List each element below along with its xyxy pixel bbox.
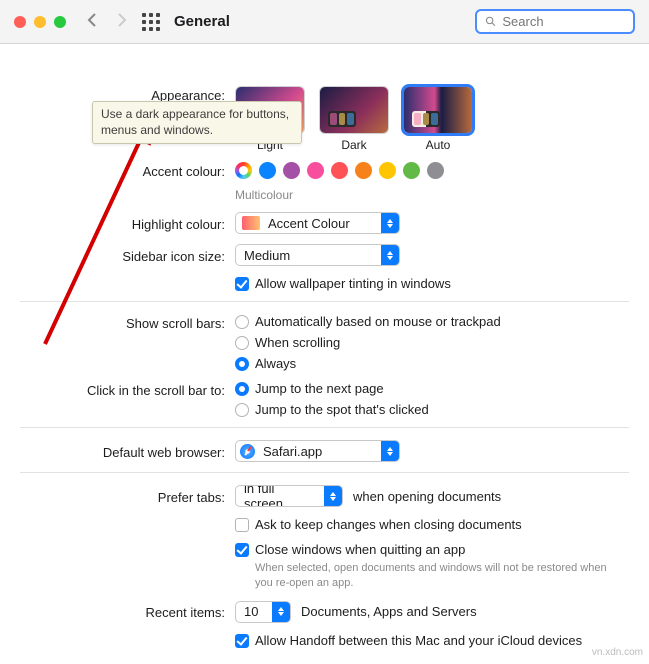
prefer-tabs-suffix: when opening documents xyxy=(353,489,501,504)
nav-buttons xyxy=(86,13,128,30)
ask-keep-label: Ask to keep changes when closing documen… xyxy=(255,517,522,532)
chevron-updown-icon xyxy=(324,486,342,506)
zoom-window-button[interactable] xyxy=(54,16,66,28)
scrollbar-radio-0[interactable] xyxy=(235,315,249,329)
scrollbar-label-1: When scrolling xyxy=(255,335,340,350)
close-windows-hint: When selected, open documents and window… xyxy=(255,561,615,591)
accent-label: Accent colour: xyxy=(20,162,235,179)
highlight-label: Highlight colour: xyxy=(20,215,235,232)
close-windows-label: Close windows when quitting an app xyxy=(255,542,465,557)
chevron-updown-icon xyxy=(381,441,399,461)
accent-color-7[interactable] xyxy=(427,162,444,179)
minimize-window-button[interactable] xyxy=(34,16,46,28)
clickscroll-label-0: Jump to the next page xyxy=(255,381,384,396)
accent-color-5[interactable] xyxy=(379,162,396,179)
appearance-auto[interactable]: Auto xyxy=(403,86,473,152)
scrollbar-radio-1[interactable] xyxy=(235,336,249,350)
watermark: vn.xdn.com xyxy=(592,647,643,658)
chevron-updown-icon xyxy=(381,213,399,233)
wallpaper-tint-label: Allow wallpaper tinting in windows xyxy=(255,276,451,291)
appearance-auto-label: Auto xyxy=(403,138,473,152)
sidebar-icon-label: Sidebar icon size: xyxy=(20,247,235,264)
tooltip: Use a dark appearance for buttons, menus… xyxy=(92,101,302,144)
recent-items-label: Recent items: xyxy=(20,603,235,620)
clickscroll-radio-0[interactable] xyxy=(235,382,249,396)
clickscroll-radio-1[interactable] xyxy=(235,403,249,417)
scrollbar-label-2: Always xyxy=(255,356,296,371)
accent-color-6[interactable] xyxy=(403,162,420,179)
default-browser-select[interactable]: Safari.app xyxy=(235,440,400,462)
clickscroll-label-1: Jump to the spot that's clicked xyxy=(255,402,429,417)
search-input[interactable] xyxy=(502,14,625,29)
close-windows-checkbox[interactable] xyxy=(235,543,249,557)
window-title: General xyxy=(174,13,475,30)
ask-keep-checkbox[interactable] xyxy=(235,518,249,532)
highlight-swatch-icon xyxy=(242,216,260,230)
show-scroll-label: Show scroll bars: xyxy=(20,314,235,331)
traffic-lights xyxy=(14,16,66,28)
scrollbar-label-0: Automatically based on mouse or trackpad xyxy=(255,314,501,329)
sidebar-icon-select[interactable]: Medium xyxy=(235,244,400,266)
recent-items-suffix: Documents, Apps and Servers xyxy=(301,604,477,619)
scrollbar-radio-2[interactable] xyxy=(235,357,249,371)
click-scroll-label: Click in the scroll bar to: xyxy=(20,381,235,398)
accent-multicolour[interactable] xyxy=(235,162,252,179)
back-button[interactable] xyxy=(86,13,98,30)
accent-color-1[interactable] xyxy=(283,162,300,179)
highlight-select[interactable]: Accent Colour xyxy=(235,212,400,234)
prefer-tabs-select[interactable]: in full screen xyxy=(235,485,343,507)
safari-icon xyxy=(240,444,255,459)
accent-color-3[interactable] xyxy=(331,162,348,179)
handoff-checkbox[interactable] xyxy=(235,634,249,648)
wallpaper-tint-checkbox[interactable] xyxy=(235,277,249,291)
accent-sublabel: Multicolour xyxy=(235,188,293,202)
close-window-button[interactable] xyxy=(14,16,26,28)
forward-button[interactable] xyxy=(116,13,128,30)
search-icon xyxy=(485,15,496,28)
accent-color-4[interactable] xyxy=(355,162,372,179)
accent-color-2[interactable] xyxy=(307,162,324,179)
show-all-icon[interactable] xyxy=(142,13,160,31)
prefer-tabs-label: Prefer tabs: xyxy=(20,488,235,505)
recent-items-select[interactable]: 10 xyxy=(235,601,291,623)
chevron-updown-icon xyxy=(381,245,399,265)
search-field[interactable] xyxy=(475,9,635,34)
chevron-updown-icon xyxy=(272,602,290,622)
default-browser-label: Default web browser: xyxy=(20,443,235,460)
appearance-dark[interactable]: Dark xyxy=(319,86,389,152)
accent-color-0[interactable] xyxy=(259,162,276,179)
handoff-label: Allow Handoff between this Mac and your … xyxy=(255,633,582,648)
appearance-dark-label: Dark xyxy=(319,138,389,152)
window-titlebar: General xyxy=(0,0,649,44)
